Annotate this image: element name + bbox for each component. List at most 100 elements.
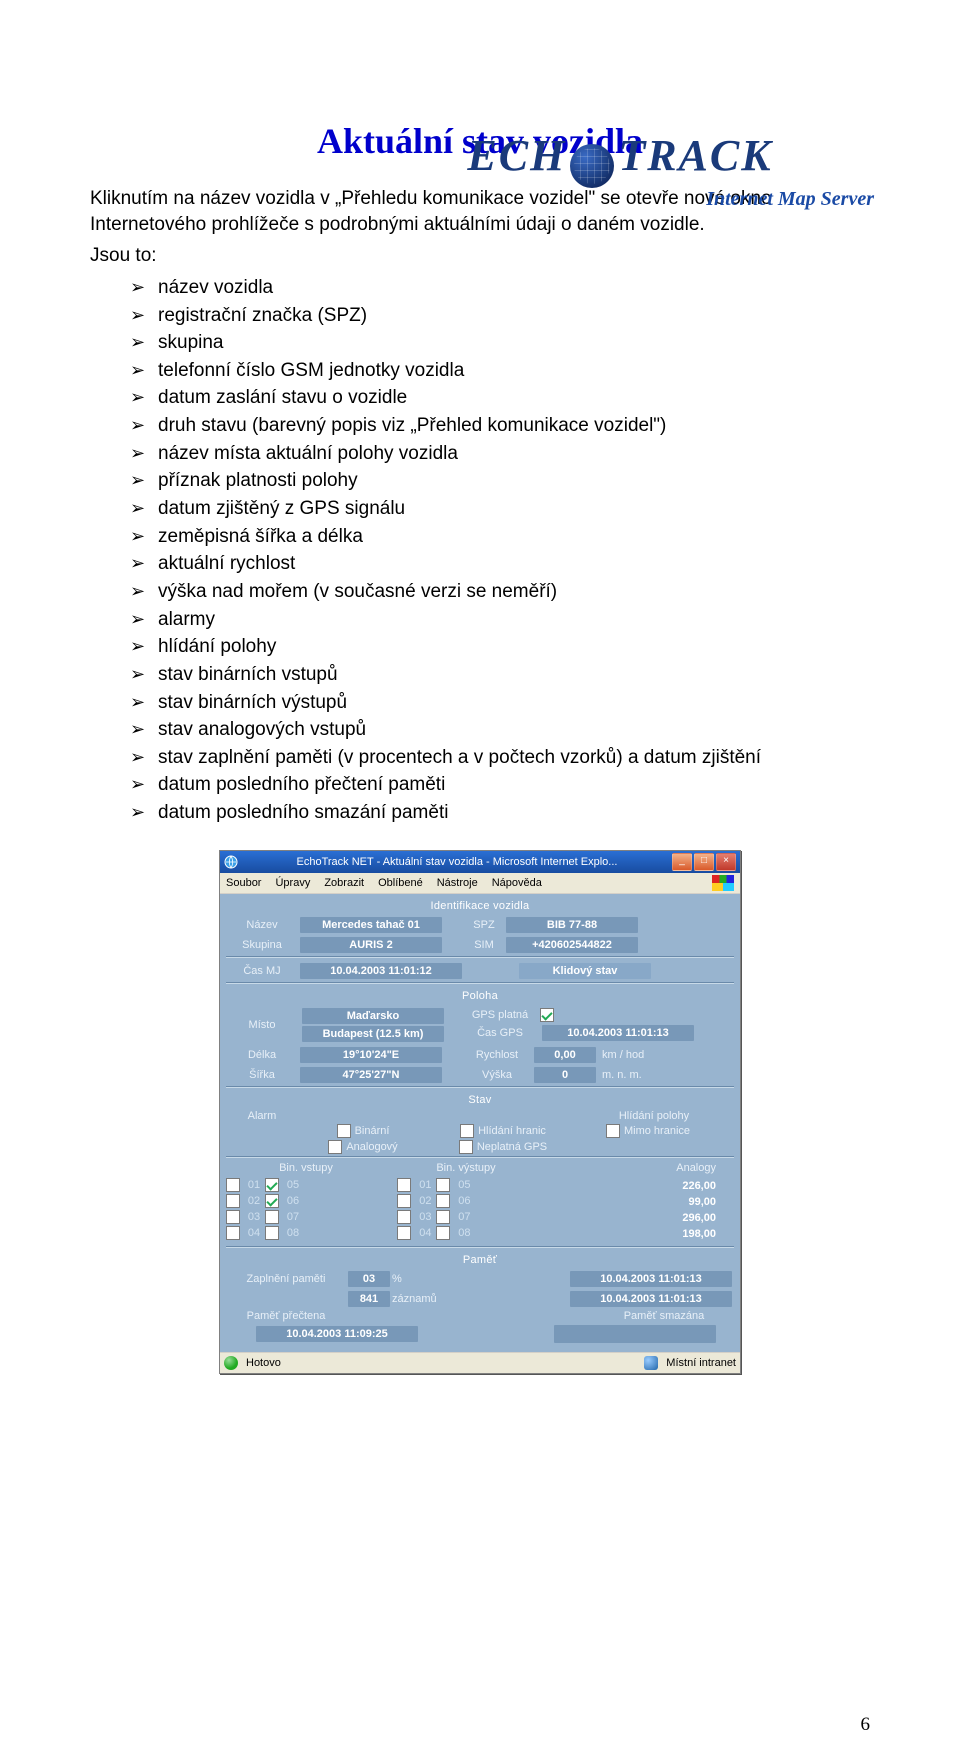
- ie-icon: [224, 855, 238, 869]
- minimize-button[interactable]: _: [672, 853, 692, 871]
- chk-io[interactable]: [265, 1226, 279, 1240]
- chk-io[interactable]: [436, 1194, 450, 1208]
- pct-zapl: %: [392, 1273, 402, 1285]
- sec-head-pamet: Paměť: [226, 1252, 734, 1268]
- logo-subtitle: Internet Map Server: [360, 188, 880, 211]
- chk-io[interactable]: [265, 1194, 279, 1208]
- chk-io[interactable]: [397, 1194, 411, 1208]
- val-zaz: 841: [348, 1291, 390, 1307]
- analog-col: 226,00 99,00 296,00 198,00: [569, 1176, 734, 1244]
- bullet-item: stav binárních výstupů: [130, 690, 870, 716]
- chk-binarni[interactable]: [337, 1124, 351, 1138]
- lbl-bin-out: Bin. výstupy: [386, 1162, 546, 1174]
- bullet-item: aktuální rychlost: [130, 551, 870, 577]
- unit-vyska: m. n. m.: [602, 1069, 642, 1081]
- chk-io[interactable]: [265, 1178, 279, 1192]
- val-misto2: Budapest (12.5 km): [302, 1026, 444, 1042]
- chk-io[interactable]: [436, 1210, 450, 1224]
- menu-item[interactable]: Zobrazit: [324, 877, 364, 889]
- menu-item[interactable]: Nástroje: [437, 877, 478, 889]
- lbl-smaz: Paměť smazána: [594, 1310, 734, 1322]
- bullet-item: stav zaplnění paměti (v procentech a v p…: [130, 745, 870, 771]
- bullet-item: datum zjištěný z GPS signálu: [130, 496, 870, 522]
- section-poloha: Poloha Místo Maďarsko Budapest (12.5 km)…: [226, 988, 734, 1084]
- lbl-spz: SPZ: [464, 919, 504, 931]
- val-casmj: 10.04.2003 11:01:12: [300, 963, 462, 979]
- unit-rychl: km / hod: [602, 1049, 644, 1061]
- chk-hlidani-hranic[interactable]: [460, 1124, 474, 1138]
- sec-head-poloha: Poloha: [226, 988, 734, 1004]
- bullet-item: registrační značka (SPZ): [130, 303, 870, 329]
- section-pamet: Paměť Zaplnění paměti 03 % 10.04.2003 11…: [226, 1252, 734, 1344]
- status-bar: Hotovo Místní intranet: [220, 1352, 740, 1373]
- globe-icon: [570, 144, 614, 188]
- val-delka: 19°10'24"E: [300, 1047, 442, 1063]
- val-misto1: Maďarsko: [302, 1008, 444, 1024]
- lbl-alarm: Alarm: [226, 1110, 298, 1122]
- bullet-item: zeměpisná šířka a délka: [130, 524, 870, 550]
- chk-io[interactable]: [397, 1210, 411, 1224]
- chk-io[interactable]: [226, 1178, 240, 1192]
- val-spz: BIB 77-88: [506, 917, 638, 933]
- bullet-item: datum zaslání stavu o vozidle: [130, 385, 870, 411]
- val-sirka: 47°25'27"N: [300, 1067, 442, 1083]
- lbl-prect: Paměť přečtena: [226, 1310, 346, 1322]
- chk-io[interactable]: [265, 1210, 279, 1224]
- lbl-sim: SIM: [464, 939, 504, 951]
- chk-io[interactable]: [226, 1194, 240, 1208]
- logo-text-right: TRACK: [618, 131, 772, 180]
- bullet-item: stav analogových vstupů: [130, 717, 870, 743]
- chk-io[interactable]: [226, 1210, 240, 1224]
- lbl-rychl: Rychlost: [462, 1049, 532, 1061]
- section-ident: Identifikace vozidla Název Mercedes taha…: [226, 898, 734, 954]
- analog-value: 99,00: [569, 1196, 734, 1208]
- menu-item[interactable]: Nápověda: [492, 877, 542, 889]
- bullet-item: výška nad mořem (v současné verzi se nem…: [130, 579, 870, 605]
- val-zapl: 03: [348, 1271, 390, 1287]
- lbl-zapl: Zaplnění paměti: [226, 1273, 346, 1285]
- menu-item[interactable]: Soubor: [226, 877, 261, 889]
- bullet-item: název vozidla: [130, 275, 870, 301]
- menu-item[interactable]: Oblíbené: [378, 877, 423, 889]
- chk-io[interactable]: [436, 1226, 450, 1240]
- bullet-item: druh stavu (barevný popis viz „Přehled k…: [130, 413, 870, 439]
- dt-zaz: 10.04.2003 11:01:13: [570, 1291, 732, 1307]
- val-cas-gps: 10.04.2003 11:01:13: [542, 1025, 694, 1041]
- val-skupina: AURIS 2: [300, 937, 442, 953]
- window-titlebar[interactable]: EchoTrack NET - Aktuální stav vozidla - …: [220, 851, 740, 873]
- bullet-list: název vozidlaregistrační značka (SPZ)sku…: [90, 275, 870, 826]
- chk-io[interactable]: [226, 1226, 240, 1240]
- menu-item[interactable]: Úpravy: [275, 877, 310, 889]
- dt-zapl: 10.04.2003 11:01:13: [570, 1271, 732, 1287]
- chk-gps-platna[interactable]: [540, 1008, 554, 1022]
- page-number: 6: [861, 1714, 871, 1736]
- analog-value: 296,00: [569, 1212, 734, 1224]
- val-state: Klidový stav: [519, 963, 651, 979]
- analog-value: 226,00: [569, 1180, 734, 1192]
- chk-mimo-hranice[interactable]: [606, 1124, 620, 1138]
- bullet-item: datum posledního smazání paměti: [130, 800, 870, 826]
- bullet-item: hlídání polohy: [130, 634, 870, 660]
- logo-text-left: ECH: [467, 131, 566, 180]
- lbl-gps-platna: GPS platná: [460, 1009, 540, 1021]
- lbl-analog: Analogy: [546, 1162, 734, 1174]
- close-button[interactable]: ×: [716, 853, 736, 871]
- logo: ECH TRACK Internet Map Server: [360, 130, 880, 211]
- lbl-misto: Místo: [226, 1019, 298, 1031]
- chk-io[interactable]: [397, 1178, 411, 1192]
- sec-head-stav: Stav: [226, 1092, 734, 1108]
- window-title: EchoTrack NET - Aktuální stav vozidla - …: [242, 856, 672, 868]
- lbl-hlidani: Hlídání polohy: [574, 1110, 734, 1122]
- analog-value: 198,00: [569, 1228, 734, 1240]
- lbl-vyska: Výška: [462, 1069, 532, 1081]
- chk-io[interactable]: [436, 1178, 450, 1192]
- maximize-button[interactable]: □: [694, 853, 714, 871]
- bullet-item: telefonní číslo GSM jednotky vozidla: [130, 358, 870, 384]
- lbl-nazev: Název: [226, 919, 298, 931]
- chk-io[interactable]: [397, 1226, 411, 1240]
- chk-neplatna-gps[interactable]: [459, 1140, 473, 1154]
- val-smaz: [554, 1325, 716, 1343]
- intro-p2: Jsou to:: [90, 243, 870, 269]
- chk-analogovy[interactable]: [328, 1140, 342, 1154]
- intranet-icon: [644, 1356, 658, 1370]
